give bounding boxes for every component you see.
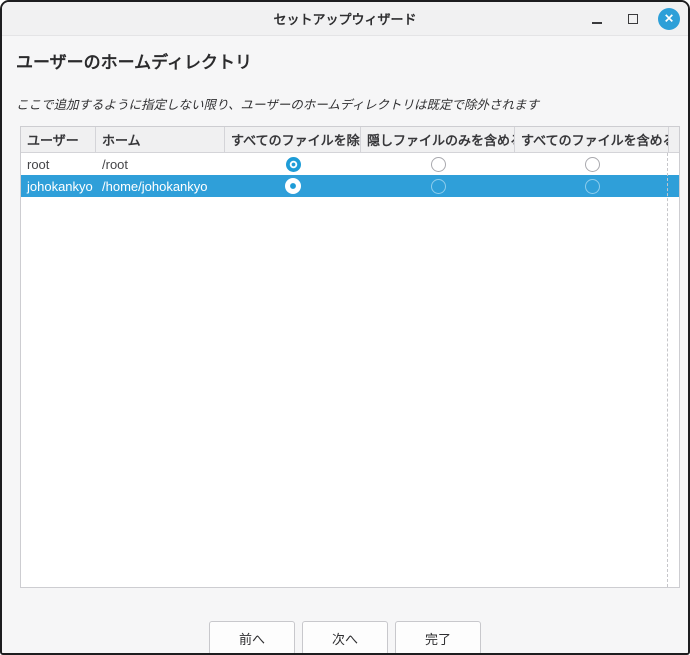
maximize-button[interactable]: [622, 8, 644, 30]
home-directories-table: ユーザー ホーム すべてのファイルを除外 隠しファイルのみを含める すべてのファ…: [20, 126, 680, 588]
radio-include-all[interactable]: [585, 179, 600, 194]
page-subtitle: ここで追加するように指定しない限り、ユーザーのホームディレクトリは既定で除外され…: [16, 94, 674, 113]
next-button[interactable]: 次へ: [302, 621, 388, 655]
minimize-button[interactable]: [586, 8, 608, 30]
radio-cell-include-all: [515, 157, 669, 172]
wizard-page: ユーザーのホームディレクトリ ここで追加するように指定しない限り、ユーザーのホー…: [2, 36, 688, 655]
radio-cell-exclude-all: [225, 178, 361, 194]
close-button[interactable]: ✕: [658, 8, 680, 30]
table-row-root[interactable]: root /root: [21, 153, 679, 175]
radio-cell-exclude-all: [225, 157, 361, 172]
home-cell: /home/johokankyo: [96, 179, 225, 194]
table-row-johokankyo[interactable]: johokankyo /home/johokankyo: [21, 175, 679, 197]
column-header-include-all[interactable]: すべてのファイルを含める: [515, 127, 669, 152]
titlebar[interactable]: セットアップウィザード ✕: [2, 2, 688, 36]
back-button[interactable]: 前へ: [209, 621, 295, 655]
close-icon: ✕: [664, 12, 674, 24]
user-cell: johokankyo: [21, 179, 96, 194]
column-header-hidden-only[interactable]: 隠しファイルのみを含める: [361, 127, 515, 152]
radio-exclude-all[interactable]: [285, 178, 301, 194]
minimize-icon: [592, 22, 602, 24]
user-cell: root: [21, 157, 96, 172]
radio-cell-include-all: [515, 179, 669, 194]
radio-hidden-only[interactable]: [431, 179, 446, 194]
column-header-home[interactable]: ホーム: [96, 127, 225, 152]
page-title: ユーザーのホームディレクトリ: [16, 48, 674, 73]
radio-cell-hidden-only: [361, 179, 515, 194]
window-controls: ✕: [586, 2, 680, 35]
wizard-navigation: 前へ 次へ 完了: [2, 621, 688, 655]
home-cell: /root: [96, 157, 225, 172]
column-header-user[interactable]: ユーザー: [21, 127, 96, 152]
column-separator-dashed: [667, 153, 668, 587]
finish-button[interactable]: 完了: [395, 621, 481, 655]
radio-cell-hidden-only: [361, 157, 515, 172]
radio-hidden-only[interactable]: [431, 157, 446, 172]
radio-include-all[interactable]: [585, 157, 600, 172]
setup-wizard-window: セットアップウィザード ✕ ユーザーのホームディレクトリ ここで追加するように指…: [0, 0, 690, 655]
table-header-row: ユーザー ホーム すべてのファイルを除外 隠しファイルのみを含める すべてのファ…: [21, 127, 679, 153]
column-header-exclude-all[interactable]: すべてのファイルを除外: [225, 127, 361, 152]
table-body: root /root johokankyo /home/johokan: [21, 153, 679, 587]
radio-exclude-all[interactable]: [286, 157, 301, 172]
column-header-filler: [669, 127, 681, 152]
maximize-icon: [628, 14, 638, 24]
window-title: セットアップウィザード: [273, 9, 416, 28]
